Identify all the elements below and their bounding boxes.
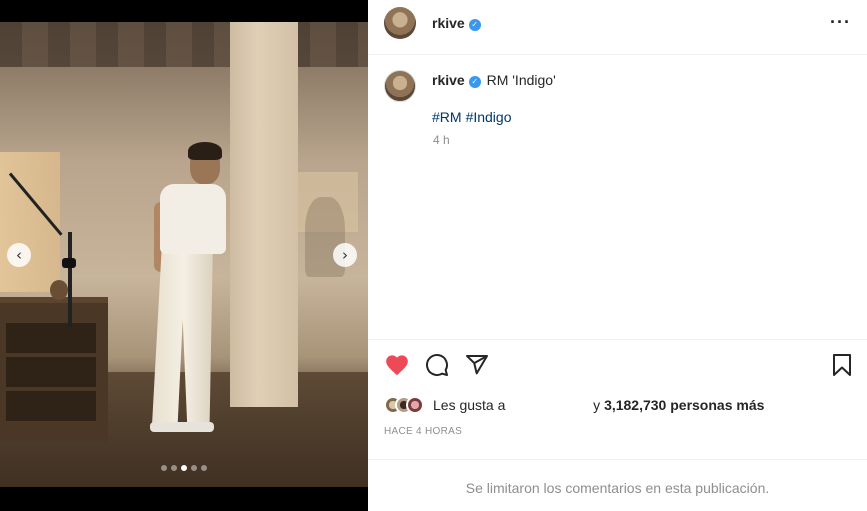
photo-shelf [0, 297, 108, 442]
caption-time: 4 h [433, 133, 450, 147]
photo-vase [50, 280, 68, 300]
share-icon[interactable] [465, 353, 489, 377]
post-timestamp[interactable]: HACE 4 HORAS [384, 426, 462, 437]
post-header: rkive ✓ ··· [368, 0, 867, 55]
header-username[interactable]: rkive ✓ [432, 15, 481, 31]
photo-ceiling [0, 22, 368, 67]
actions-divider [368, 339, 867, 340]
photo-person [150, 142, 230, 437]
like-heart-icon[interactable] [384, 352, 410, 376]
verified-badge-icon: ✓ [468, 19, 481, 31]
photo-lamp-pole [68, 232, 72, 327]
photo-lamp-head [62, 258, 76, 268]
avatar[interactable] [384, 7, 416, 39]
carousel-dot [191, 465, 197, 471]
hashtags: #RM #Indigo [432, 109, 516, 125]
likes-suffix: y [593, 397, 601, 413]
caption-text: RM 'Indigo' [486, 72, 556, 88]
liker-avatar[interactable] [406, 396, 424, 414]
carousel-dot [161, 465, 167, 471]
carousel-dot-active [181, 465, 187, 471]
footer-divider [368, 459, 867, 460]
post-media: ‹ › [0, 0, 368, 511]
caption-avatar[interactable] [384, 70, 416, 102]
caption-username[interactable]: rkive [432, 72, 465, 88]
username-text[interactable]: rkive [432, 15, 465, 31]
verified-badge-icon: ✓ [468, 76, 481, 88]
comments-limited-notice: Se limitaron los comentarios en esta pub… [465, 480, 770, 496]
post-panel: rkive ✓ ··· rkive ✓ RM 'Indigo' #RM #Indigo… [368, 0, 867, 511]
chevron-left-icon: ‹ [16, 246, 22, 264]
comment-icon[interactable] [425, 353, 449, 377]
likes-prefix: Les gusta a [433, 397, 506, 413]
carousel-dots [0, 465, 368, 471]
carousel-next-button[interactable]: › [333, 243, 357, 267]
carousel-dot [201, 465, 207, 471]
hashtag-link[interactable]: #Indigo [466, 109, 512, 125]
hashtag-link[interactable]: #RM [432, 109, 462, 125]
likes-row: Les gusta a y 3,182,730 personas más [384, 395, 764, 415]
bookmark-icon[interactable] [831, 353, 853, 377]
heart-shape [386, 355, 408, 376]
photo-pillar [230, 22, 298, 407]
post-photo [0, 22, 368, 487]
carousel-dot [171, 465, 177, 471]
caption: rkive ✓ RM 'Indigo' [432, 72, 556, 88]
chevron-right-icon: › [342, 246, 348, 264]
carousel-prev-button[interactable]: ‹ [7, 243, 31, 267]
more-options-icon[interactable]: ··· [830, 12, 851, 33]
likes-count[interactable]: 3,182,730 personas más [604, 397, 764, 413]
likes-text: Les gusta a y 3,182,730 personas más [433, 397, 764, 413]
